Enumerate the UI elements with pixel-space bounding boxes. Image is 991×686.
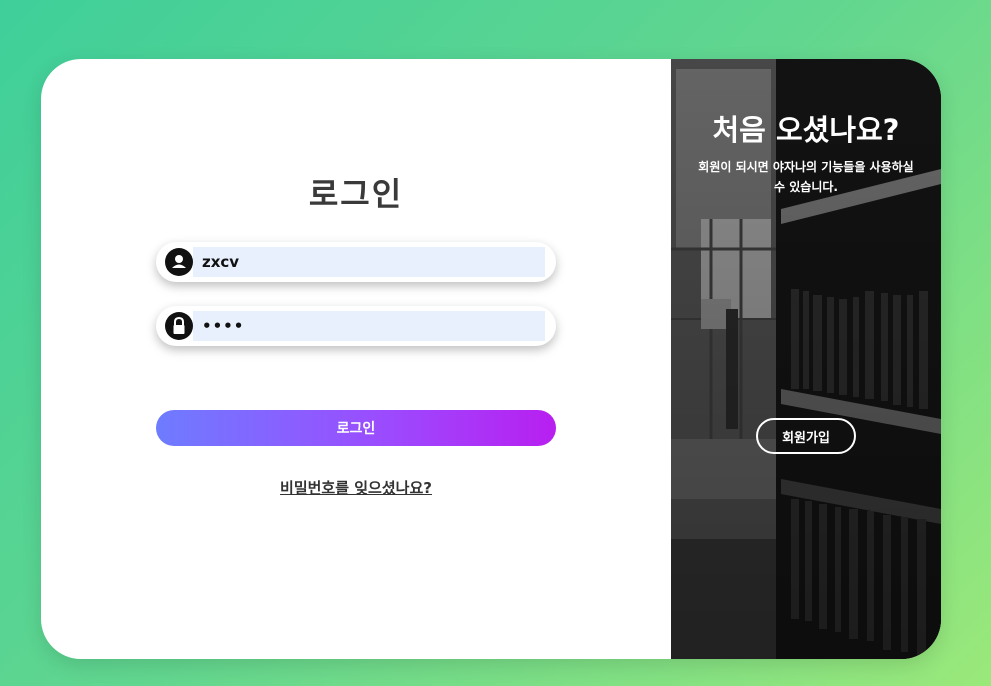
signup-button[interactable]: 회원가입 — [756, 418, 856, 454]
password-input[interactable]: •••• — [193, 311, 545, 341]
lock-icon — [165, 312, 193, 340]
login-button[interactable]: 로그인 — [156, 410, 556, 446]
login-title: 로그인 — [308, 175, 404, 213]
forgot-password-link[interactable]: 비밀번호를 잊으셨나요? — [41, 477, 671, 498]
signup-title: 처음 오셨나요? — [712, 113, 900, 147]
username-field — [156, 242, 556, 282]
user-icon — [165, 248, 193, 276]
library-background-image — [671, 59, 941, 659]
login-card: 로그인 •••• 로그인 비밀번호를 잊으셨나요? — [41, 59, 941, 659]
username-input[interactable] — [193, 247, 545, 277]
password-field: •••• — [156, 306, 556, 346]
login-panel: 로그인 •••• 로그인 비밀번호를 잊으셨나요? — [41, 59, 671, 659]
signup-subtitle: 회원이 되시면 야자나의 기능들을 사용하실 수 있습니다. — [698, 160, 914, 194]
signup-panel: 처음 오셨나요? 회원이 되시면 야자나의 기능들을 사용하실 수 있습니다. … — [671, 59, 941, 659]
